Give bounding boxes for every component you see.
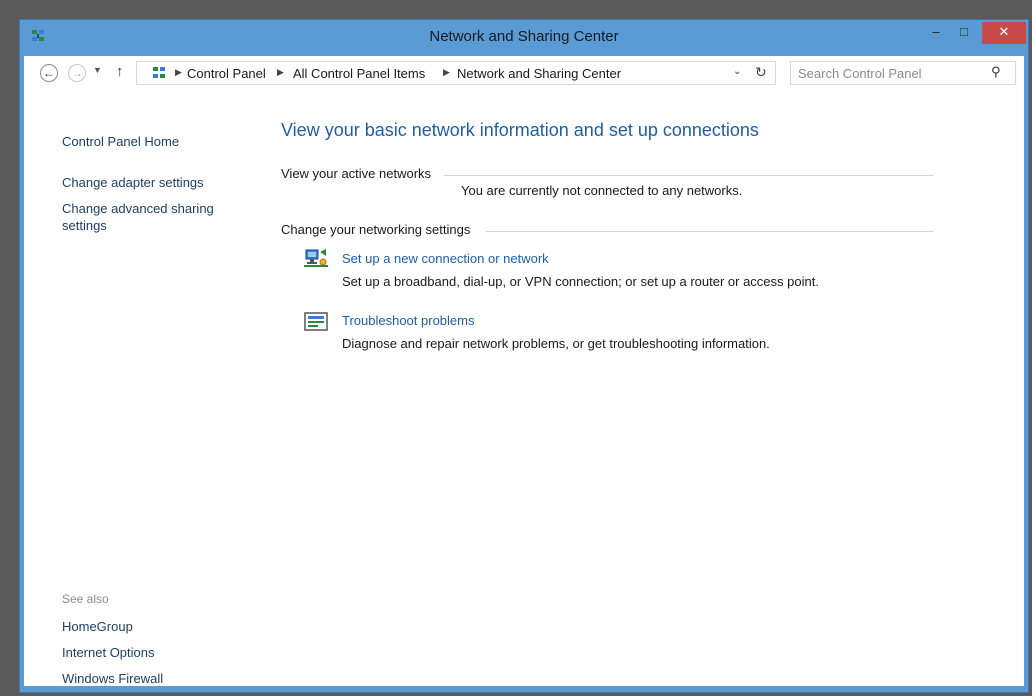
network-setup-icon (304, 249, 328, 267)
chevron-right-icon[interactable]: ▶ (277, 67, 284, 78)
address-box[interactable]: ▶ Control Panel ▶ All Control Panel Item… (136, 61, 776, 85)
setup-connection-link[interactable]: Set up a new connection or network (342, 251, 549, 266)
change-settings-heading: Change your networking settings (281, 222, 471, 237)
window-content: ← → ▼ ↑ ▶ Control Panel ▶ All Control Pa… (24, 56, 1024, 686)
sidebar-item-control-panel-home[interactable]: Control Panel Home (62, 133, 242, 150)
up-button[interactable]: ↑ (116, 63, 124, 80)
active-networks-heading: View your active networks (281, 166, 432, 181)
troubleshoot-icon (304, 312, 328, 331)
search-input[interactable] (792, 63, 988, 83)
sidebar-item-advanced-sharing[interactable]: Change advanced sharing settings (62, 200, 232, 234)
window: Network and Sharing Center – □ ✕ ← → ▼ ↑… (20, 20, 1028, 692)
search-box: ⚲ (790, 61, 1016, 85)
chevron-right-icon[interactable]: ▶ (443, 67, 450, 78)
sidebar-item-windows-firewall[interactable]: Windows Firewall (62, 670, 242, 687)
maximize-button[interactable]: □ (951, 22, 977, 44)
address-bar: ← → ▼ ↑ ▶ Control Panel ▶ All Control Pa… (24, 56, 1024, 90)
close-button[interactable]: ✕ (982, 22, 1026, 44)
recent-locations-icon[interactable]: ▼ (93, 65, 102, 75)
minimize-button[interactable]: – (923, 22, 949, 44)
troubleshoot-link[interactable]: Troubleshoot problems (342, 313, 474, 328)
sidebar-item-homegroup[interactable]: HomeGroup (62, 618, 242, 635)
page-title: View your basic network information and … (281, 120, 759, 140)
window-title: Network and Sharing Center (429, 28, 619, 45)
title-bar[interactable]: Network and Sharing Center – □ ✕ (20, 20, 1028, 56)
divider (486, 231, 934, 232)
refresh-icon[interactable]: ↻ (755, 64, 767, 81)
chevron-down-icon[interactable]: ⌄ (733, 66, 741, 77)
search-icon[interactable]: ⚲ (991, 64, 1001, 80)
control-panel-icon (153, 67, 165, 78)
breadcrumb-control-panel[interactable]: Control Panel (187, 66, 266, 81)
sidebar-item-change-adapter[interactable]: Change adapter settings (62, 174, 242, 191)
see-also-heading: See also (62, 592, 109, 606)
breadcrumb-network-center[interactable]: Network and Sharing Center (457, 66, 621, 81)
troubleshoot-description: Diagnose and repair network problems, or… (342, 336, 770, 351)
sidebar-item-internet-options[interactable]: Internet Options (62, 644, 242, 661)
forward-button[interactable]: → (68, 64, 86, 82)
divider (444, 175, 934, 176)
back-button[interactable]: ← (40, 64, 58, 82)
setup-connection-description: Set up a broadband, dial-up, or VPN conn… (342, 274, 819, 289)
no-network-status: You are currently not connected to any n… (461, 183, 743, 198)
chevron-right-icon[interactable]: ▶ (175, 67, 182, 78)
breadcrumb-all-items[interactable]: All Control Panel Items (293, 66, 425, 81)
